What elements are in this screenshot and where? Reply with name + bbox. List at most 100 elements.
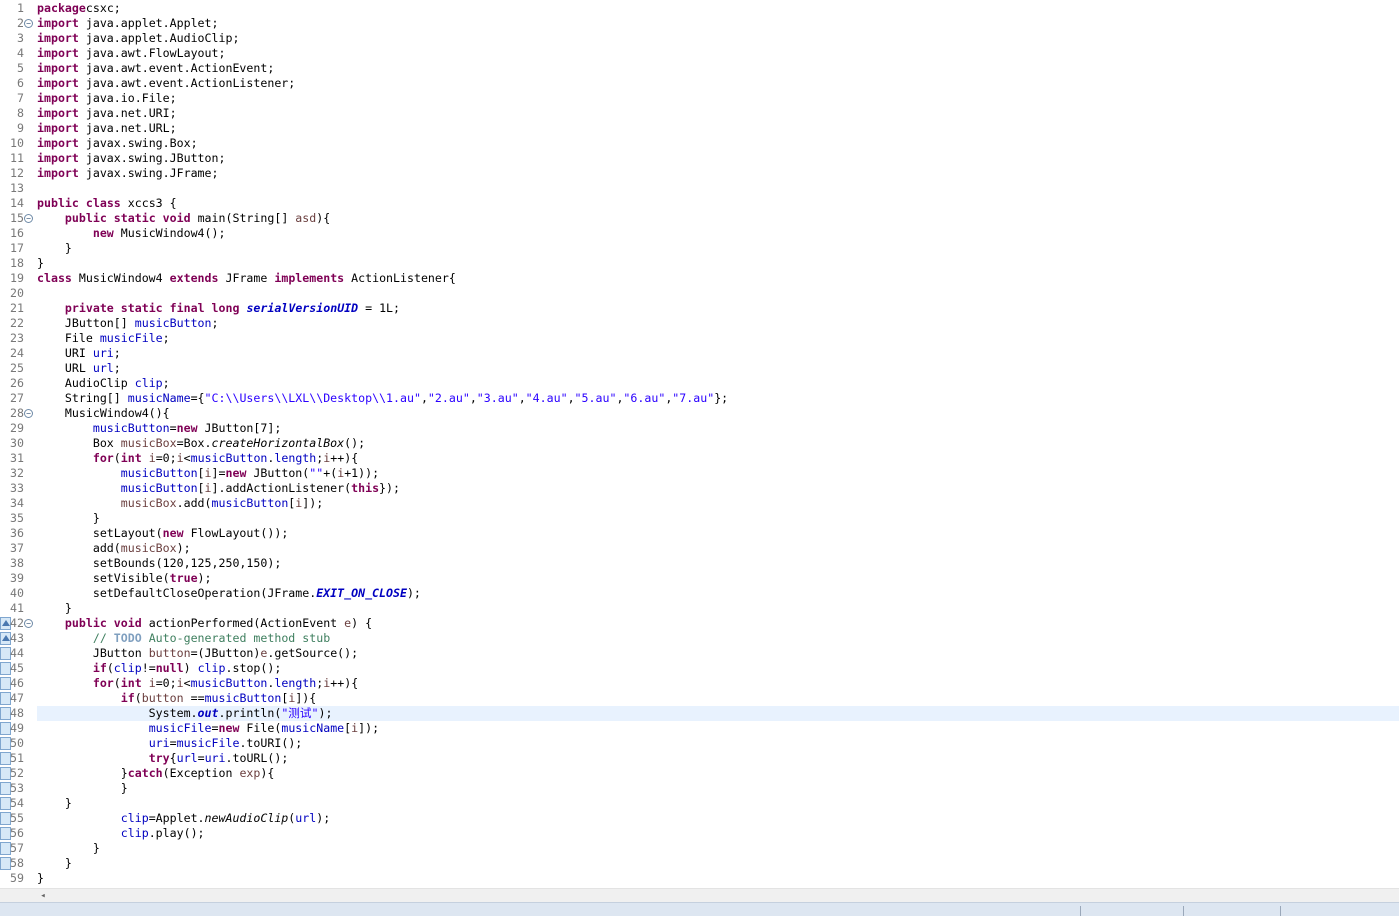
code-line[interactable]: 52 }catch(Exception exp){ bbox=[0, 766, 1399, 781]
code-line[interactable]: 15 public static void main(String[] asd)… bbox=[0, 211, 1399, 226]
code-text[interactable]: if(clip!=null) clip.stop(); bbox=[37, 661, 1399, 676]
code-text[interactable]: import java.applet.AudioClip; bbox=[37, 31, 1399, 46]
code-text[interactable]: for(int i=0;i<musicButton.length;i++){ bbox=[37, 451, 1399, 466]
code-line[interactable]: 46 for(int i=0;i<musicButton.length;i++)… bbox=[0, 676, 1399, 691]
code-text[interactable]: import javax.swing.JButton; bbox=[37, 151, 1399, 166]
code-line[interactable]: 30 Box musicBox=Box.createHorizontalBox(… bbox=[0, 436, 1399, 451]
code-line[interactable]: 26 AudioClip clip; bbox=[0, 376, 1399, 391]
code-text[interactable]: import java.awt.event.ActionEvent; bbox=[37, 61, 1399, 76]
code-text[interactable]: import java.io.File; bbox=[37, 91, 1399, 106]
fold-collapse-icon[interactable] bbox=[24, 409, 33, 418]
code-text[interactable]: JButton[] musicButton; bbox=[37, 316, 1399, 331]
code-text[interactable]: Box musicBox=Box.createHorizontalBox(); bbox=[37, 436, 1399, 451]
code-text[interactable]: import java.applet.Applet; bbox=[37, 16, 1399, 31]
code-text[interactable]: setLayout(new FlowLayout()); bbox=[37, 526, 1399, 541]
code-line[interactable]: 27 String[] musicName={"C:\\Users\\LXL\\… bbox=[0, 391, 1399, 406]
code-line[interactable]: 21 private static final long serialVersi… bbox=[0, 301, 1399, 316]
code-line[interactable]: 4 import java.awt.FlowLayout; bbox=[0, 46, 1399, 61]
code-text[interactable] bbox=[37, 286, 1399, 301]
code-editor[interactable]: 1 packagecsxc; 2 import java.applet.Applet;… bbox=[0, 0, 1399, 888]
code-text[interactable]: musicFile=new File(musicName[i]); bbox=[37, 721, 1399, 736]
code-line[interactable]: 32 musicButton[i]=new JButton(""+(i+1)); bbox=[0, 466, 1399, 481]
code-text[interactable]: clip=Applet.newAudioClip(url); bbox=[37, 811, 1399, 826]
code-line[interactable]: 36 setLayout(new FlowLayout()); bbox=[0, 526, 1399, 541]
code-line[interactable]: 25 URL url; bbox=[0, 361, 1399, 376]
code-text[interactable]: for(int i=0;i<musicButton.length;i++){ bbox=[37, 676, 1399, 691]
code-line[interactable]: 37 add(musicBox); bbox=[0, 541, 1399, 556]
code-text[interactable]: // TODO Auto-generated method stub bbox=[37, 631, 1399, 646]
code-text[interactable] bbox=[37, 181, 1399, 196]
code-line[interactable]: 13 bbox=[0, 181, 1399, 196]
code-line[interactable]: 18} bbox=[0, 256, 1399, 271]
code-text[interactable]: } bbox=[37, 241, 1399, 256]
code-line[interactable]: 24 URI uri; bbox=[0, 346, 1399, 361]
code-text[interactable]: String[] musicName={"C:\\Users\\LXL\\Des… bbox=[37, 391, 1399, 406]
code-line[interactable]: 41 } bbox=[0, 601, 1399, 616]
code-line[interactable]: 49 musicFile=new File(musicName[i]); bbox=[0, 721, 1399, 736]
code-line[interactable]: 59} bbox=[0, 871, 1399, 886]
code-line[interactable]: 53 } bbox=[0, 781, 1399, 796]
code-line[interactable]: 54 } bbox=[0, 796, 1399, 811]
code-text[interactable]: setVisible(true); bbox=[37, 571, 1399, 586]
code-text[interactable]: private static final long serialVersionU… bbox=[37, 301, 1399, 316]
code-line[interactable]: 9 import java.net.URL; bbox=[0, 121, 1399, 136]
code-text[interactable]: } bbox=[37, 511, 1399, 526]
code-line[interactable]: 5 import java.awt.event.ActionEvent; bbox=[0, 61, 1399, 76]
code-text[interactable]: import java.awt.FlowLayout; bbox=[37, 46, 1399, 61]
code-line[interactable]: 7 import java.io.File; bbox=[0, 91, 1399, 106]
code-line[interactable]: 31 for(int i=0;i<musicButton.length;i++)… bbox=[0, 451, 1399, 466]
code-line[interactable]: 38 setBounds(120,125,250,150); bbox=[0, 556, 1399, 571]
code-text[interactable]: URL url; bbox=[37, 361, 1399, 376]
code-line[interactable]: 42 public void actionPerformed(ActionEve… bbox=[0, 616, 1399, 631]
code-text[interactable]: import java.awt.event.ActionListener; bbox=[37, 76, 1399, 91]
code-lines[interactable]: 1 packagecsxc; 2 import java.applet.Applet;… bbox=[0, 1, 1399, 886]
code-text[interactable]: packagecsxc; bbox=[37, 1, 1399, 16]
code-line[interactable]: 47 if(button ==musicButton[i]){ bbox=[0, 691, 1399, 706]
code-line[interactable]: 6 import java.awt.event.ActionListener; bbox=[0, 76, 1399, 91]
code-line[interactable]: 22 JButton[] musicButton; bbox=[0, 316, 1399, 331]
code-line[interactable]: 45 if(clip!=null) clip.stop(); bbox=[0, 661, 1399, 676]
code-line[interactable]: 23 File musicFile; bbox=[0, 331, 1399, 346]
code-text[interactable]: class MusicWindow4 extends JFrame implem… bbox=[37, 271, 1399, 286]
horizontal-scrollbar[interactable]: ◂ bbox=[0, 888, 1399, 902]
fold-collapse-icon[interactable] bbox=[24, 619, 33, 628]
code-text[interactable]: import javax.swing.Box; bbox=[37, 136, 1399, 151]
code-text[interactable]: JButton button=(JButton)e.getSource(); bbox=[37, 646, 1399, 661]
code-line[interactable]: 29 musicButton=new JButton[7]; bbox=[0, 421, 1399, 436]
code-text[interactable]: System.out.println("测试"); bbox=[37, 706, 1399, 721]
code-line[interactable]: 57 } bbox=[0, 841, 1399, 856]
code-text[interactable]: AudioClip clip; bbox=[37, 376, 1399, 391]
code-text[interactable]: MusicWindow4(){ bbox=[37, 406, 1399, 421]
code-text[interactable]: }catch(Exception exp){ bbox=[37, 766, 1399, 781]
scroll-left-arrow-icon[interactable]: ◂ bbox=[38, 891, 48, 901]
code-text[interactable]: public void actionPerformed(ActionEvent … bbox=[37, 616, 1399, 631]
code-line[interactable]: 20 bbox=[0, 286, 1399, 301]
code-text[interactable]: clip.play(); bbox=[37, 826, 1399, 841]
code-text[interactable]: import java.net.URL; bbox=[37, 121, 1399, 136]
code-line[interactable]: 48 System.out.println("测试"); bbox=[0, 706, 1399, 721]
code-line[interactable]: 34 musicBox.add(musicButton[i]); bbox=[0, 496, 1399, 511]
fold-collapse-icon[interactable] bbox=[24, 214, 33, 223]
code-line[interactable]: 56 clip.play(); bbox=[0, 826, 1399, 841]
code-text[interactable]: setBounds(120,125,250,150); bbox=[37, 556, 1399, 571]
code-line[interactable]: 43 // TODO Auto-generated method stub bbox=[0, 631, 1399, 646]
code-line[interactable]: 2 import java.applet.Applet; bbox=[0, 16, 1399, 31]
code-text[interactable]: import java.net.URI; bbox=[37, 106, 1399, 121]
code-text[interactable]: add(musicBox); bbox=[37, 541, 1399, 556]
code-line[interactable]: 50 uri=musicFile.toURI(); bbox=[0, 736, 1399, 751]
code-line[interactable]: 8 import java.net.URI; bbox=[0, 106, 1399, 121]
code-text[interactable]: import javax.swing.JFrame; bbox=[37, 166, 1399, 181]
code-text[interactable]: } bbox=[37, 871, 1399, 886]
code-line[interactable]: 19 class MusicWindow4 extends JFrame impl… bbox=[0, 271, 1399, 286]
code-line[interactable]: 58 } bbox=[0, 856, 1399, 871]
code-text[interactable]: File musicFile; bbox=[37, 331, 1399, 346]
code-line[interactable]: 51 try{url=uri.toURL(); bbox=[0, 751, 1399, 766]
code-line[interactable]: 11 import javax.swing.JButton; bbox=[0, 151, 1399, 166]
code-text[interactable]: } bbox=[37, 856, 1399, 871]
code-text[interactable]: if(button ==musicButton[i]){ bbox=[37, 691, 1399, 706]
code-line[interactable]: 12 import javax.swing.JFrame; bbox=[0, 166, 1399, 181]
code-line[interactable]: 40 setDefaultCloseOperation(JFrame.EXIT_… bbox=[0, 586, 1399, 601]
code-text[interactable]: } bbox=[37, 841, 1399, 856]
code-text[interactable]: musicButton[i].addActionListener(this}); bbox=[37, 481, 1399, 496]
code-text[interactable]: public class xccs3 { bbox=[37, 196, 1399, 211]
